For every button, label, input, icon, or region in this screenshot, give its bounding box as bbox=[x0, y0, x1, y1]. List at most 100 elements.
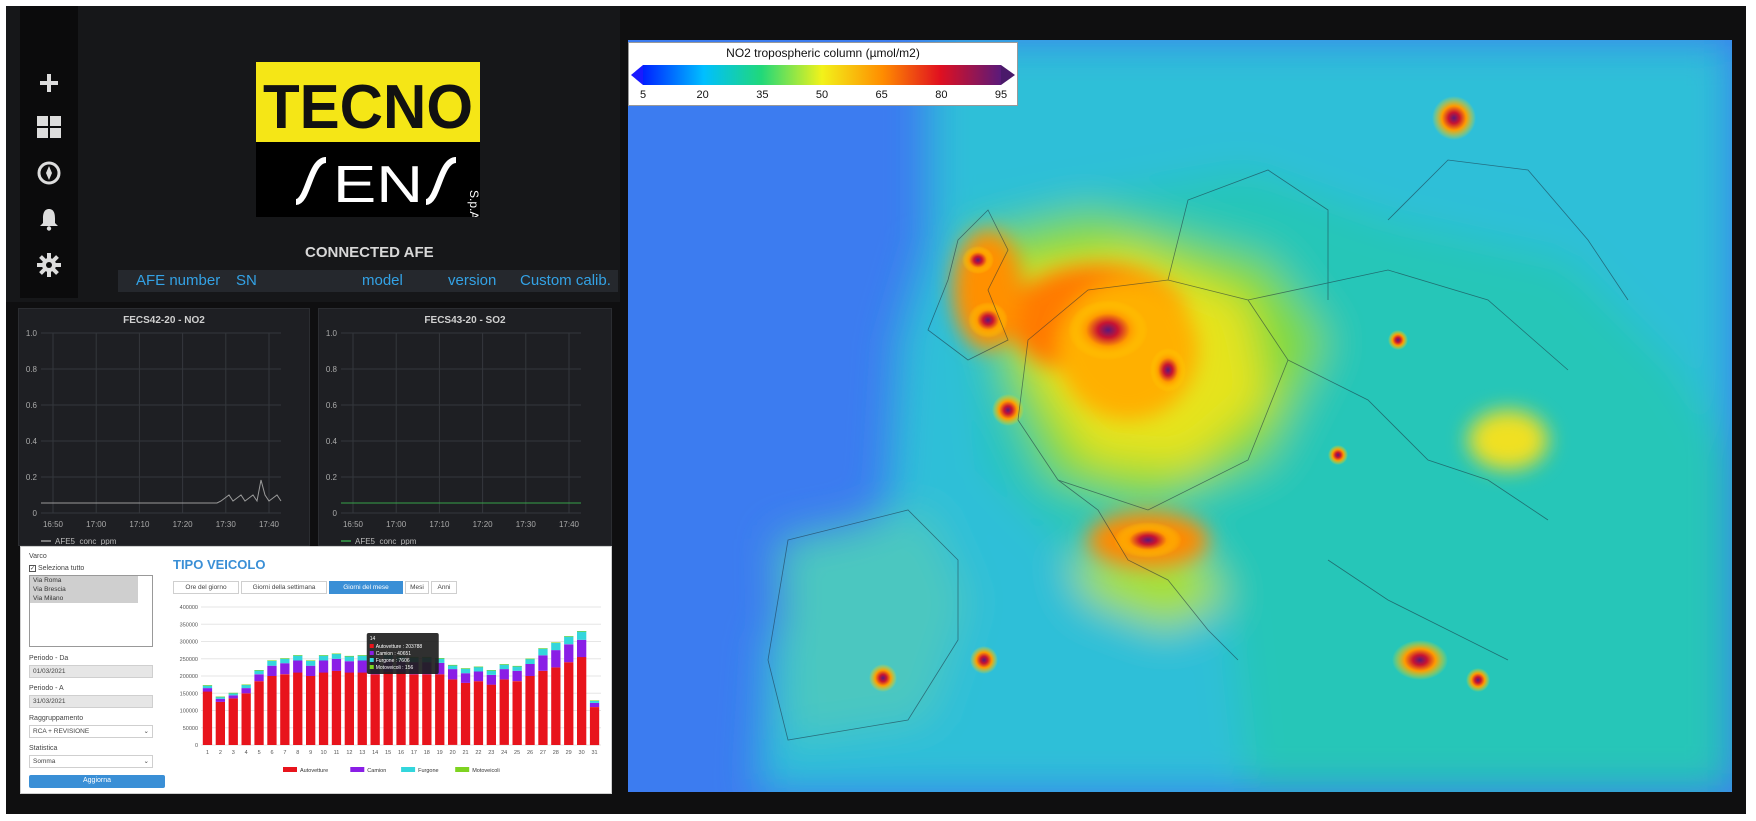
bar-segment[interactable] bbox=[228, 695, 238, 699]
bar-segment[interactable] bbox=[460, 668, 471, 674]
bar-segment[interactable] bbox=[538, 648, 548, 656]
bar-segment[interactable] bbox=[396, 672, 406, 746]
legend-label[interactable]: AFE5_conc_ppm bbox=[55, 537, 117, 545]
bar-segment[interactable] bbox=[525, 663, 535, 676]
bar-segment[interactable] bbox=[280, 658, 290, 664]
bar-segment[interactable] bbox=[551, 642, 561, 651]
col-afe-number[interactable]: AFE number bbox=[136, 272, 220, 289]
bar-segment[interactable] bbox=[202, 691, 213, 746]
bar-segment[interactable] bbox=[293, 672, 303, 746]
legend-label[interactable]: Autovetture bbox=[300, 768, 328, 774]
bar-segment[interactable] bbox=[254, 670, 264, 675]
bar-segment[interactable] bbox=[486, 675, 496, 685]
bar-segment[interactable] bbox=[551, 667, 561, 745]
bar-segment[interactable] bbox=[241, 688, 251, 694]
bar-segment[interactable] bbox=[512, 681, 522, 745]
bar-segment[interactable] bbox=[564, 644, 574, 663]
bar-segment[interactable] bbox=[512, 670, 522, 682]
bar-segment[interactable] bbox=[512, 665, 522, 667]
bar-segment[interactable] bbox=[448, 679, 458, 745]
bar-segment[interactable] bbox=[202, 685, 213, 686]
bar-segment[interactable] bbox=[344, 656, 354, 662]
dashboard-icon[interactable] bbox=[34, 112, 64, 142]
bar-segment[interactable] bbox=[551, 642, 561, 643]
bar-segment[interactable] bbox=[448, 669, 458, 680]
bar-segment[interactable] bbox=[512, 666, 522, 671]
col-model[interactable]: model bbox=[362, 272, 403, 289]
bar-segment[interactable] bbox=[525, 658, 535, 660]
bar-segment[interactable] bbox=[331, 670, 342, 745]
bar-segment[interactable] bbox=[551, 650, 561, 668]
bar-segment[interactable] bbox=[486, 670, 496, 671]
bar-segment[interactable] bbox=[241, 693, 251, 746]
bar-segment[interactable] bbox=[370, 674, 380, 745]
bar-segment[interactable] bbox=[267, 665, 277, 676]
bar-segment[interactable] bbox=[306, 660, 316, 661]
bar-segment[interactable] bbox=[538, 648, 548, 649]
bar-segment[interactable] bbox=[228, 692, 238, 694]
bar-segment[interactable] bbox=[306, 676, 316, 745]
col-sn[interactable]: SN bbox=[236, 272, 257, 289]
bar-segment[interactable] bbox=[280, 663, 290, 675]
bar-segment[interactable] bbox=[344, 655, 354, 657]
bar-segment[interactable] bbox=[318, 655, 329, 661]
bar-segment[interactable] bbox=[357, 655, 367, 661]
bar-segment[interactable] bbox=[422, 674, 432, 745]
bar-segment[interactable] bbox=[564, 636, 574, 637]
bar-segment[interactable] bbox=[215, 698, 225, 702]
bar-segment[interactable] bbox=[589, 700, 600, 701]
bar-segment[interactable] bbox=[293, 655, 303, 661]
bar-segment[interactable] bbox=[577, 631, 587, 640]
bar-segment[interactable] bbox=[435, 674, 445, 745]
bar-segment[interactable] bbox=[318, 655, 329, 656]
bar-segment[interactable] bbox=[460, 668, 471, 669]
bar-segment[interactable] bbox=[280, 674, 290, 745]
bar-segment[interactable] bbox=[267, 660, 277, 661]
bar-segment[interactable] bbox=[331, 653, 342, 655]
bar-segment[interactable] bbox=[254, 670, 264, 671]
bar-segment[interactable] bbox=[228, 698, 238, 745]
bar-segment[interactable] bbox=[318, 672, 329, 746]
bar-segment[interactable] bbox=[409, 674, 419, 745]
bar-segment[interactable] bbox=[499, 664, 509, 670]
compass-icon[interactable] bbox=[34, 158, 64, 188]
bar-segment[interactable] bbox=[499, 664, 509, 665]
bar-segment[interactable] bbox=[486, 670, 496, 675]
col-custom-calib[interactable]: Custom calib. bbox=[520, 272, 611, 289]
bar-segment[interactable] bbox=[448, 665, 458, 670]
bar-segment[interactable] bbox=[577, 657, 587, 745]
bar-segment[interactable] bbox=[473, 671, 484, 682]
bar-segment[interactable] bbox=[331, 658, 342, 671]
bar-segment[interactable] bbox=[357, 660, 367, 673]
legend-label[interactable]: Furgone bbox=[418, 768, 439, 774]
bar-segment[interactable] bbox=[267, 660, 277, 666]
bar-segment[interactable] bbox=[577, 631, 587, 632]
bar-segment[interactable] bbox=[564, 636, 574, 645]
bar-segment[interactable] bbox=[499, 669, 509, 680]
bar-segment[interactable] bbox=[577, 639, 587, 658]
bar-segment[interactable] bbox=[293, 660, 303, 673]
col-version[interactable]: version bbox=[448, 272, 496, 289]
bar-segment[interactable] bbox=[344, 672, 354, 746]
legend-label[interactable]: AFE5_conc_ppm bbox=[355, 537, 417, 545]
bar-segment[interactable] bbox=[525, 676, 535, 745]
bar-segment[interactable] bbox=[318, 660, 329, 673]
bar-segment[interactable] bbox=[241, 684, 251, 686]
bar-segment[interactable] bbox=[241, 684, 251, 689]
plus-icon[interactable] bbox=[34, 68, 64, 98]
bar-segment[interactable] bbox=[589, 702, 600, 707]
bar-segment[interactable] bbox=[460, 673, 471, 683]
bar-segment[interactable] bbox=[306, 660, 316, 666]
bar-segment[interactable] bbox=[473, 666, 484, 668]
bar-segment[interactable] bbox=[473, 666, 484, 672]
bar-segment[interactable] bbox=[383, 671, 393, 745]
bar-segment[interactable] bbox=[280, 658, 290, 659]
bar-segment[interactable] bbox=[344, 661, 354, 673]
bar-segment[interactable] bbox=[486, 684, 496, 745]
bar-segment[interactable] bbox=[215, 701, 225, 745]
bar-segment[interactable] bbox=[331, 653, 342, 659]
bar-segment[interactable] bbox=[589, 707, 600, 746]
bar-segment[interactable] bbox=[357, 655, 367, 656]
bar-segment[interactable] bbox=[254, 681, 264, 745]
bar-segment[interactable] bbox=[473, 681, 484, 745]
